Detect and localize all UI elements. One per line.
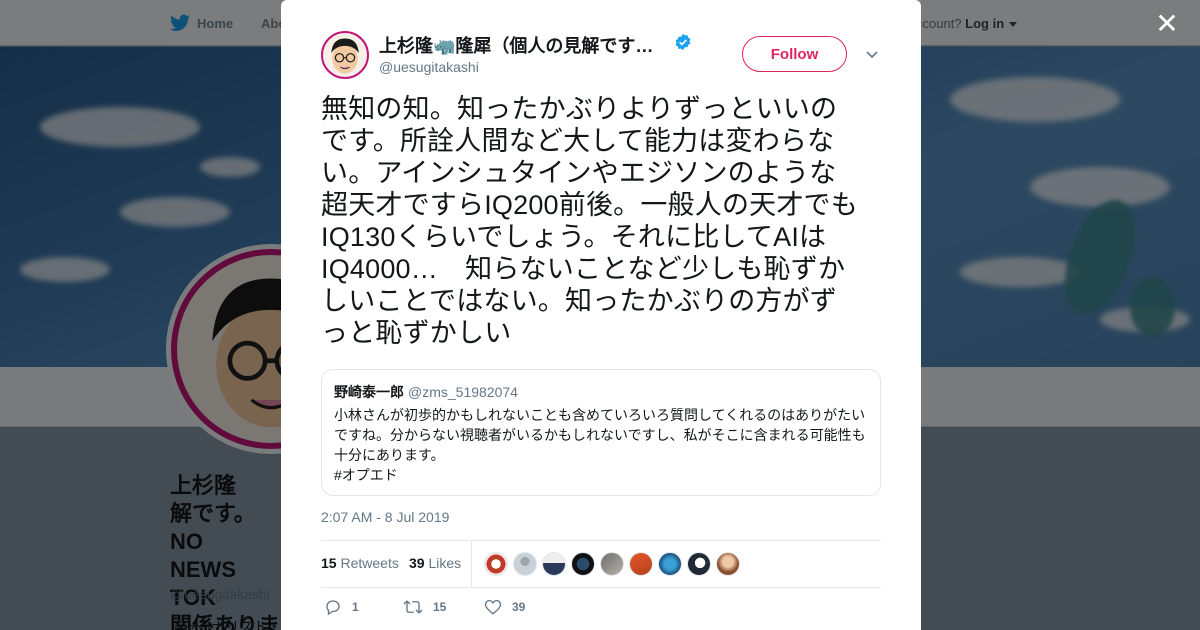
- liker-avatar[interactable]: [571, 552, 595, 576]
- retweets-count: 15: [321, 555, 337, 571]
- like-action[interactable]: 39: [484, 598, 525, 616]
- likes-stat[interactable]: 39 Likes: [409, 555, 461, 571]
- chevron-down-icon[interactable]: [865, 47, 879, 61]
- tweet-stats: 15 Retweets 39 Likes: [321, 540, 881, 588]
- liker-avatar[interactable]: [658, 552, 682, 576]
- quoted-tweet-text: 小林さんが初歩的かもしれないことも含めていろいろ質問してくれるのはありがたい で…: [334, 407, 866, 483]
- retweet-icon: [403, 600, 423, 614]
- liker-avatar[interactable]: [542, 552, 566, 576]
- quoted-author-name: 野崎泰一郎: [334, 384, 404, 400]
- liker-avatar[interactable]: [484, 552, 508, 576]
- quoted-author-handle: @zms_51982074: [408, 384, 518, 400]
- author-handle[interactable]: @uesugitakashi: [379, 59, 479, 75]
- liker-avatar[interactable]: [600, 552, 624, 576]
- reply-icon: [326, 600, 340, 616]
- tweet-text: 無知の知。知ったかぶりよりずっといいの です。所詮人間など大して能力は変わらな …: [321, 94, 858, 348]
- likes-label: Likes: [428, 555, 462, 571]
- retweets-stat[interactable]: 15 Retweets: [321, 555, 399, 571]
- liker-avatar[interactable]: [513, 552, 537, 576]
- retweet-count: 15: [433, 600, 447, 614]
- heart-icon: [484, 599, 502, 615]
- liker-avatar[interactable]: [629, 552, 653, 576]
- retweets-label: Retweets: [340, 555, 399, 571]
- stats-divider: [471, 541, 472, 588]
- reply-action[interactable]: 1: [324, 598, 359, 616]
- close-icon[interactable]: ✕: [1154, 10, 1180, 38]
- follow-button[interactable]: Follow: [742, 36, 847, 72]
- verified-badge-icon: [675, 33, 691, 51]
- tweet-actions: 1 15 39: [321, 598, 881, 620]
- tweet-permalink-modal: 上杉隆🦏隆犀（個人の見解です… @uesugitakashi Follow 無知…: [281, 0, 921, 630]
- liker-avatar[interactable]: [687, 552, 711, 576]
- quoted-tweet[interactable]: 野崎泰一郎 @zms_51982074 小林さんが初歩的かもしれないことも含めてい…: [321, 369, 881, 496]
- like-count: 39: [512, 600, 526, 614]
- tweet-timestamp[interactable]: 2:07 AM - 8 Jul 2019: [321, 509, 449, 525]
- author-display-name[interactable]: 上杉隆🦏隆犀（個人の見解です…: [379, 32, 653, 58]
- author-avatar[interactable]: [321, 31, 369, 79]
- retweet-action[interactable]: 15: [403, 598, 446, 616]
- liker-avatars: [484, 552, 740, 576]
- reply-count: 1: [352, 600, 359, 614]
- liker-avatar[interactable]: [716, 552, 740, 576]
- likes-count: 39: [409, 555, 425, 571]
